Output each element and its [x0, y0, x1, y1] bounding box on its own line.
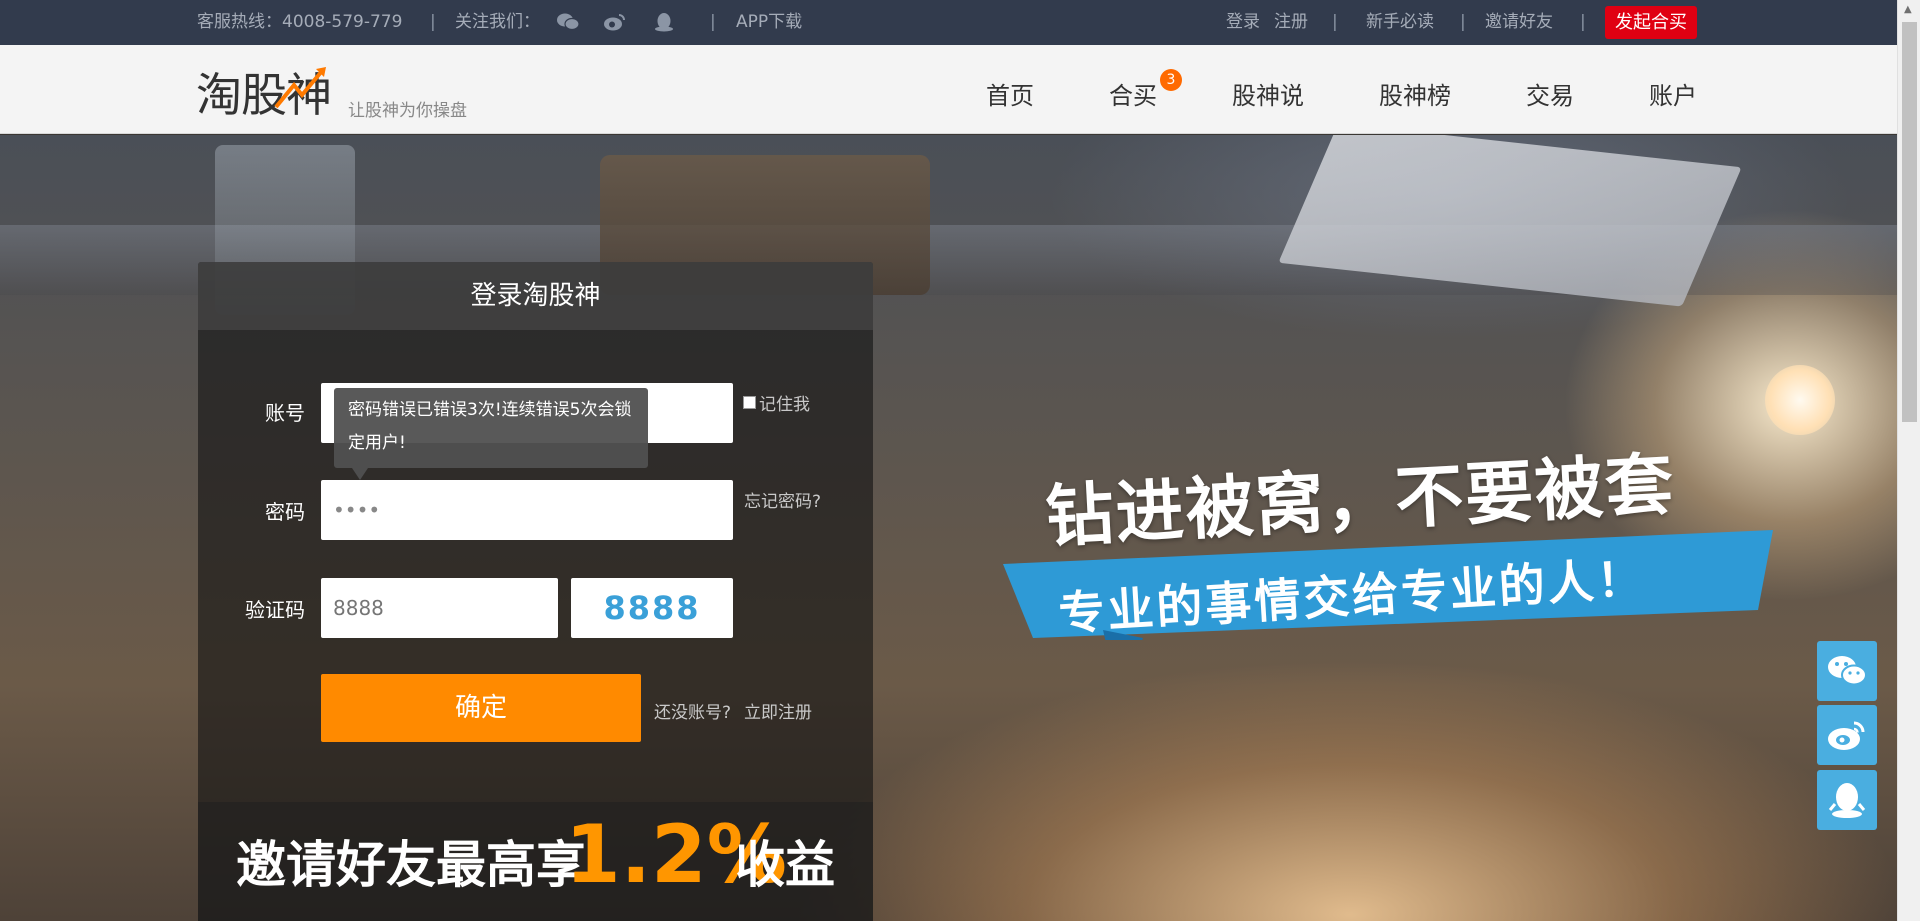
qq-icon[interactable] — [652, 12, 676, 32]
newbie-guide-link[interactable]: 新手必读 — [1366, 12, 1434, 32]
invite-gain: 收益 — [735, 836, 835, 894]
separator: | — [430, 12, 436, 32]
password-label: 密码 — [265, 500, 305, 524]
login-title: 登录淘股神 — [198, 262, 873, 330]
scrollbar-thumb[interactable] — [1902, 22, 1917, 422]
follow-label: 关注我们： — [455, 12, 540, 32]
remember-me-checkbox[interactable]: 记住我 — [743, 390, 810, 415]
remember-me-label: 记住我 — [759, 395, 810, 415]
separator: | — [710, 12, 716, 32]
side-qq-button[interactable] — [1817, 770, 1877, 830]
side-weibo-button[interactable] — [1817, 705, 1877, 765]
register-now-link[interactable]: 立即注册 — [744, 698, 812, 723]
main-header: 淘股神 让股神为你操盘 首页 合买 3 股神说 股神榜 交易 账户 — [0, 45, 1897, 134]
app-download-link[interactable]: APP下载 — [736, 12, 802, 32]
password-input[interactable] — [321, 480, 733, 540]
checkbox-icon[interactable] — [743, 396, 756, 409]
no-account-text: 还没账号? — [654, 703, 732, 723]
nav-trade[interactable]: 交易 — [1526, 76, 1574, 111]
nav-expert-talk[interactable]: 股神说 — [1232, 76, 1304, 111]
wechat-icon — [1828, 656, 1867, 686]
captcha-image[interactable]: 8888 — [571, 578, 733, 638]
nav-group-buy[interactable]: 合买 — [1109, 76, 1157, 111]
invite-friends-link[interactable]: 邀请好友 — [1485, 12, 1553, 32]
scroll-up-arrow-icon[interactable]: ▲ — [1904, 4, 1912, 15]
top-bar: 客服热线：4008-579-779 | 关注我们： | APP下载 登录 注册 … — [0, 0, 1897, 45]
separator: | — [1460, 12, 1466, 32]
password-error-tooltip: 密码错误已错误3次!连续错误5次会锁定用户! — [334, 388, 648, 480]
qq-icon — [1828, 783, 1866, 818]
separator: | — [1580, 12, 1586, 32]
tagline: 让股神为你操盘 — [348, 101, 467, 121]
account-label: 账号 — [265, 401, 305, 425]
group-buy-count-badge: 3 — [1160, 69, 1182, 91]
nav-ranking[interactable]: 股神榜 — [1379, 76, 1451, 111]
invite-banner[interactable]: 邀请好友最高享 1.2% 收益 — [198, 802, 873, 921]
captcha-input[interactable] — [321, 578, 558, 638]
logo-arrow-icon — [274, 67, 326, 109]
submit-button[interactable]: 确定 — [321, 674, 641, 742]
weibo-icon[interactable] — [603, 12, 627, 32]
launch-group-buy-button[interactable]: 发起合买 — [1605, 6, 1697, 39]
hero-lamp — [1765, 365, 1835, 435]
side-wechat-button[interactable] — [1817, 641, 1877, 701]
wechat-icon[interactable] — [556, 12, 580, 32]
register-link[interactable]: 注册 — [1274, 12, 1308, 32]
weibo-icon — [1828, 721, 1865, 750]
captcha-label: 验证码 — [245, 598, 305, 622]
nav-account[interactable]: 账户 — [1649, 76, 1697, 111]
forgot-password-link[interactable]: 忘记密码? — [744, 487, 821, 512]
login-panel: 登录淘股神 账号 记住我 密码 忘记密码? 密码错误已错误3次!连续错误5次会锁… — [198, 262, 873, 921]
separator: | — [1332, 12, 1338, 32]
login-link[interactable]: 登录 — [1226, 12, 1260, 32]
hotline-text: 客服热线：4008-579-779 — [197, 12, 403, 32]
nav-home[interactable]: 首页 — [986, 76, 1034, 111]
page-scrollbar[interactable]: ▲ — [1897, 0, 1920, 921]
invite-text: 邀请好友最高享 — [236, 836, 586, 894]
